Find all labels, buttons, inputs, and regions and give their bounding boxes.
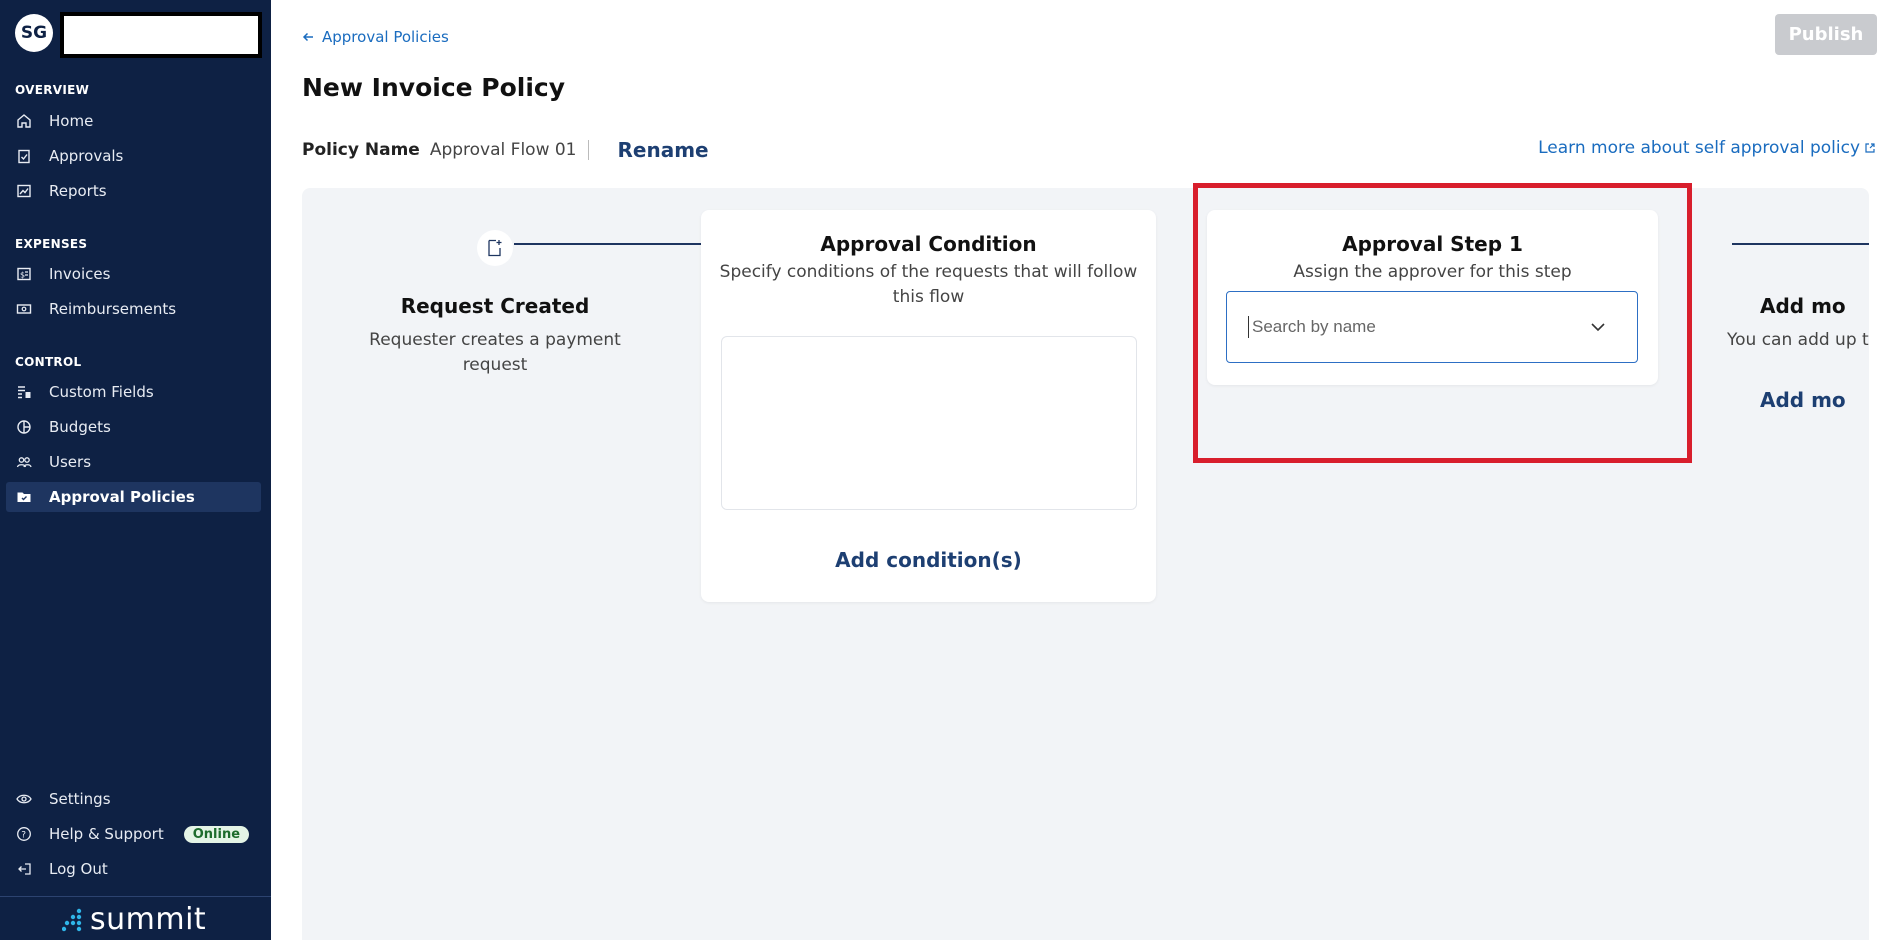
request-created-desc-line: request bbox=[462, 355, 528, 375]
publish-button[interactable]: Publish bbox=[1775, 14, 1877, 55]
sidebar-item-label: Approval Policies bbox=[49, 488, 195, 506]
sidebar-item-label: Invoices bbox=[49, 265, 111, 283]
sidebar-item-label: Reports bbox=[49, 182, 107, 200]
flow-canvas: Request Created Requester creates a paym… bbox=[302, 188, 1869, 940]
svg-text:?: ? bbox=[21, 831, 26, 841]
policy-name-value: Approval Flow 01 bbox=[430, 140, 589, 160]
approver-search-input[interactable] bbox=[1250, 316, 1574, 338]
sidebar-item-reimbursements[interactable]: Reimbursements bbox=[6, 294, 261, 324]
arrow-left-icon bbox=[302, 32, 313, 42]
sidebar-item-label: Home bbox=[49, 112, 94, 130]
sidebar-item-label: Help & Support bbox=[49, 825, 164, 843]
rename-button[interactable]: Rename bbox=[618, 138, 709, 162]
approval-step-description: Assign the approver for this step bbox=[1293, 262, 1572, 282]
add-more-title: Add mo bbox=[1760, 294, 1846, 318]
learn-more-label: Learn more about self approval policy bbox=[1538, 138, 1860, 158]
approval-condition-title: Approval Condition bbox=[820, 232, 1037, 256]
sidebar-item-approvals[interactable]: Approvals bbox=[6, 141, 261, 171]
sidebar-item-logout[interactable]: Log Out bbox=[6, 854, 261, 884]
request-created-description: Requester creates a payment request bbox=[342, 328, 648, 378]
chevron-down-icon[interactable] bbox=[1589, 318, 1607, 336]
cash-icon bbox=[15, 301, 32, 318]
condition-preview-box bbox=[721, 336, 1137, 510]
sidebar-item-budgets[interactable]: Budgets bbox=[6, 412, 261, 442]
approver-select[interactable] bbox=[1226, 291, 1638, 363]
policy-name-label: Policy Name bbox=[302, 140, 420, 160]
back-link-label: Approval Policies bbox=[322, 28, 449, 46]
sidebar-item-label: Custom Fields bbox=[49, 383, 154, 401]
request-created-node-icon bbox=[477, 230, 513, 266]
sidebar-item-label: Approvals bbox=[49, 147, 124, 165]
approval-condition-card: Approval Condition Specify conditions of… bbox=[701, 210, 1156, 602]
add-conditions-button[interactable]: Add condition(s) bbox=[701, 548, 1156, 572]
sidebar-item-label: Log Out bbox=[49, 860, 108, 878]
folder-icon bbox=[15, 489, 32, 506]
home-icon bbox=[15, 113, 32, 130]
help-icon: ? bbox=[15, 826, 32, 843]
sidebar-item-reports[interactable]: Reports bbox=[6, 176, 261, 206]
external-link-icon bbox=[1865, 143, 1875, 153]
learn-more-link[interactable]: Learn more about self approval policy bbox=[1538, 138, 1875, 158]
approval-condition-desc-line: this flow bbox=[892, 287, 965, 307]
brand-logo: summit bbox=[62, 902, 206, 937]
document-add-icon bbox=[488, 239, 502, 257]
brand-dots-icon bbox=[62, 908, 82, 931]
fields-icon bbox=[15, 384, 32, 401]
section-label-overview: OVERVIEW bbox=[15, 83, 90, 97]
sidebar: SG OVERVIEW Home Approvals Reports EXPEN… bbox=[0, 0, 271, 940]
main-content: Approval Policies Publish New Invoice Po… bbox=[271, 0, 1901, 940]
chart-line-icon bbox=[15, 183, 32, 200]
status-badge: Online bbox=[183, 825, 250, 843]
text-cursor bbox=[1248, 316, 1249, 338]
section-label-control: CONTROL bbox=[15, 355, 82, 369]
sidebar-item-settings[interactable]: Settings bbox=[6, 784, 261, 814]
sidebar-item-help-support[interactable]: ? Help & Support Online bbox=[6, 819, 261, 849]
sidebar-item-label: Reimbursements bbox=[49, 300, 177, 318]
add-more-steps-button[interactable]: Add mo bbox=[1760, 388, 1869, 412]
back-link[interactable]: Approval Policies bbox=[302, 28, 449, 46]
brand-name: summit bbox=[90, 902, 207, 937]
request-created-desc-line: Requester creates a payment bbox=[369, 330, 621, 350]
pie-chart-icon bbox=[15, 419, 32, 436]
section-label-expenses: EXPENSES bbox=[15, 237, 88, 251]
sidebar-item-label: Users bbox=[49, 453, 92, 471]
flow-connector bbox=[1732, 243, 1869, 245]
sidebar-item-home[interactable]: Home bbox=[6, 106, 261, 136]
clipboard-check-icon bbox=[15, 148, 32, 165]
logout-icon bbox=[15, 861, 32, 878]
approval-step-title: Approval Step 1 bbox=[1342, 232, 1523, 256]
request-created-title: Request Created bbox=[400, 294, 590, 318]
approval-step-card: Approval Step 1 Assign the approver for … bbox=[1207, 210, 1658, 385]
sidebar-item-custom-fields[interactable]: Custom Fields bbox=[6, 377, 261, 407]
add-more-description: You can add up to bbox=[1727, 330, 1869, 350]
avatar[interactable]: SG bbox=[15, 14, 53, 52]
organization-name-redacted bbox=[60, 12, 262, 58]
approval-condition-desc-line: Specify conditions of the requests that … bbox=[719, 262, 1138, 282]
invoice-icon: $ bbox=[15, 266, 32, 283]
sidebar-item-invoices[interactable]: $ Invoices bbox=[6, 259, 261, 289]
sidebar-item-users[interactable]: Users bbox=[6, 447, 261, 477]
svg-text:$: $ bbox=[20, 271, 25, 280]
eye-settings-icon bbox=[15, 791, 32, 808]
sidebar-item-approval-policies[interactable]: Approval Policies bbox=[6, 482, 261, 512]
page-title: New Invoice Policy bbox=[302, 73, 566, 102]
approval-condition-description: Specify conditions of the requests that … bbox=[701, 260, 1156, 310]
policy-name-row: Policy Name Approval Flow 01 Rename bbox=[302, 138, 709, 162]
flow-connector bbox=[514, 243, 709, 245]
users-icon bbox=[15, 454, 32, 471]
sidebar-item-label: Settings bbox=[49, 790, 111, 808]
sidebar-divider bbox=[0, 896, 271, 897]
sidebar-item-label: Budgets bbox=[49, 418, 111, 436]
